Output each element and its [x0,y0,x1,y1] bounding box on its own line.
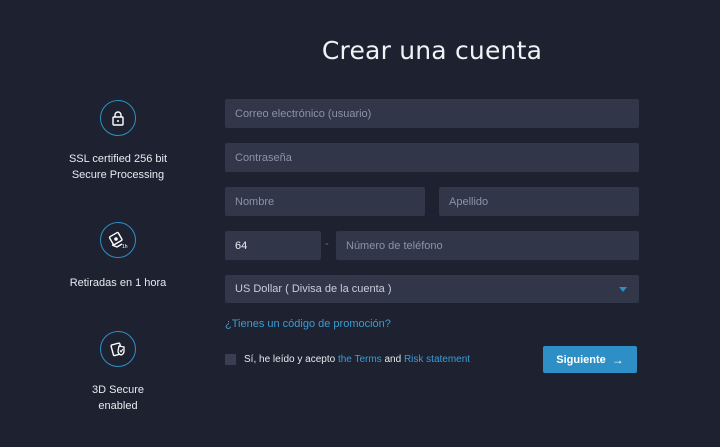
phone-number-input[interactable] [336,231,639,260]
secure-card-icon [100,331,136,367]
next-button-label: Siguiente [556,353,606,366]
and-text: and [384,354,402,365]
arrow-right-icon: → [611,352,624,367]
feature-caption-line: enabled [98,400,138,412]
currency-select[interactable]: US Dollar ( Divisa de la cuenta ) [225,275,639,303]
terms-link[interactable]: the Terms [338,354,382,365]
lock-icon [100,100,136,136]
page-title: Crear una cuenta [321,36,543,65]
risk-statement-link[interactable]: Risk statement [404,354,470,365]
feature-caption: 3D Secure enabled [48,382,188,414]
promo-code-link[interactable]: ¿Tienes un código de promoción? [225,318,391,330]
feature-3d-secure: 3D Secure enabled [48,331,188,414]
terms-checkbox[interactable] [225,354,236,365]
feature-ssl: SSL certified 256 bit Secure Processing [48,100,188,183]
feature-caption-line: Retiradas en 1 hora [69,277,167,289]
signup-page: Crear una cuenta SSL certified 256 bit S… [0,0,720,447]
feature-caption-line: SSL certified 256 bit [68,153,168,165]
first-name-input[interactable] [225,187,425,216]
feature-caption: Retiradas en 1 hora [48,275,188,291]
chevron-down-icon [619,286,627,292]
feature-caption: SSL certified 256 bit Secure Processing [48,151,188,183]
feature-withdrawal: 1h Retiradas en 1 hora [48,222,188,291]
terms-agreement: Sí, he leído y acepto the Terms and Risk… [225,354,470,365]
last-name-input[interactable] [439,187,639,216]
currency-selected-value: US Dollar ( Divisa de la cuenta ) [235,283,392,295]
cash-withdrawal-icon: 1h [100,222,136,258]
agree-text: Sí, he leído y acepto [244,354,336,365]
svg-text:1h: 1h [122,244,128,249]
password-input[interactable] [225,143,639,172]
feature-caption-line: Secure Processing [71,169,165,181]
next-button[interactable]: Siguiente → [543,346,637,373]
phone-separator: - [325,238,329,250]
email-input[interactable] [225,99,639,128]
phone-prefix-input[interactable] [225,231,321,260]
feature-caption-line: 3D Secure [92,384,144,396]
